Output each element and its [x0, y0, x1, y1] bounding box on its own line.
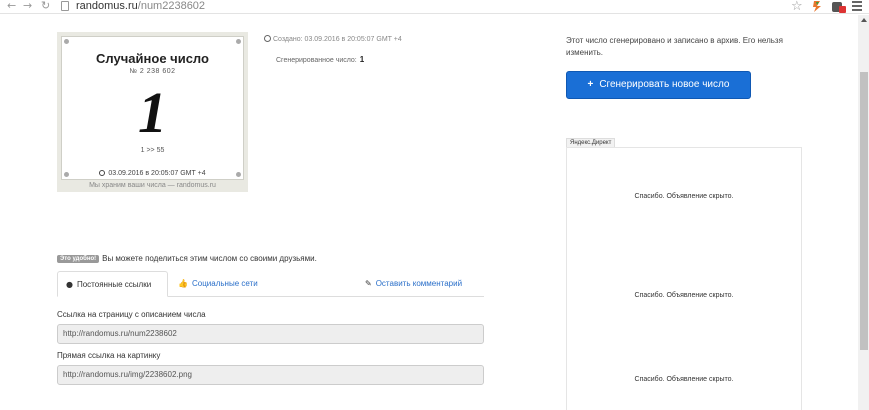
ad-hidden-text: Спасибо. Объявление скрыто.: [634, 193, 734, 200]
tab-permanent-links[interactable]: ● Постоянные ссылки: [57, 271, 168, 297]
browser-toolbar: ← → ↻ randomus.ru/num2238602 ☆: [0, 0, 869, 14]
convenience-badge: Это удобно!: [57, 255, 100, 263]
generated-info: Сгенерированное число: 1: [276, 55, 364, 64]
clock-icon: [99, 170, 106, 176]
corner-dot: [64, 39, 69, 44]
tab-leave-comment[interactable]: ✎ Оставить комментарий: [357, 271, 470, 297]
card-date-text: 03.09.2016 в 20:05:07 GMT +4: [108, 170, 206, 177]
share-text: Вы можете поделиться этим числом со свои…: [102, 254, 317, 263]
generate-new-number-button[interactable]: + Сгенерировать новое число: [566, 71, 751, 99]
card-number-id: № 2 238 602: [129, 68, 176, 75]
scroll-up-arrow-icon[interactable]: [861, 18, 867, 22]
card-random-value: 1: [138, 80, 167, 145]
corner-dot: [236, 39, 241, 44]
card-range: 1 >> 55: [140, 147, 165, 154]
created-text: Создано: 03.09.2016 в 20:05:07 GMT +4: [273, 36, 402, 43]
random-number-card: Случайное число № 2 238 602 1 1 >> 55 03…: [57, 32, 248, 192]
image-link-label: Прямая ссылка на картинку: [57, 351, 161, 360]
card-title: Случайное число: [96, 51, 209, 66]
pencil-icon: ✎: [365, 279, 372, 288]
ad-hidden-text: Спасибо. Объявление скрыто.: [634, 292, 734, 299]
thumbs-up-icon: 👍: [178, 279, 188, 288]
url-path: /num2238602: [137, 0, 206, 12]
tab-label: Постоянные ссылки: [76, 280, 152, 289]
card-inner: Случайное число № 2 238 602 1 1 >> 55 03…: [61, 36, 244, 180]
generated-value: 1: [359, 55, 365, 64]
page-icon: [61, 1, 69, 11]
ad-hidden-text: Спасибо. Объявление скрыто.: [634, 376, 734, 383]
created-info: Создано: 03.09.2016 в 20:05:07 GMT +4: [264, 35, 402, 43]
scrollbar-thumb[interactable]: [860, 72, 868, 350]
back-icon[interactable]: ←: [7, 0, 16, 12]
extension-icon[interactable]: [811, 0, 823, 13]
tab-social-networks[interactable]: 👍 Социальные сети: [170, 271, 266, 297]
archive-note: Этот число сгенерировано и записано в ар…: [566, 36, 783, 57]
card-date: 03.09.2016 в 20:05:07 GMT +4: [62, 170, 243, 177]
globe-icon: ●: [66, 280, 73, 289]
image-link-field[interactable]: http://randomus.ru/img/2238602.png: [57, 365, 484, 385]
page-link-label: Ссылка на страницу с описанием числа: [57, 310, 206, 319]
ad-box: [566, 147, 802, 410]
generate-button-label: Сгенерировать новое число: [599, 79, 730, 90]
clock-icon: [264, 35, 271, 42]
menu-icon[interactable]: [852, 1, 862, 13]
generated-label: Сгенерированное число:: [276, 57, 357, 64]
card-footer: Мы храним ваши числа — randomus.ru: [89, 182, 216, 189]
user-extension-icon[interactable]: [832, 0, 846, 13]
address-bar[interactable]: randomus.ru/num2238602: [76, 0, 205, 13]
plus-icon: +: [587, 79, 594, 90]
reload-icon[interactable]: ↻: [41, 0, 50, 12]
forward-icon[interactable]: →: [23, 0, 32, 12]
url-host: randomus.ru: [76, 0, 138, 12]
tab-label: Оставить комментарий: [375, 279, 463, 288]
share-tabs: ● Постоянные ссылки 👍 Социальные сети ✎ Ост…: [57, 271, 484, 297]
tab-label: Социальные сети: [191, 279, 258, 288]
share-info: Это удобно! Вы можете поделиться этим чис…: [57, 254, 317, 263]
bookmark-star-icon[interactable]: ☆: [791, 0, 803, 14]
page-link-field[interactable]: http://randomus.ru/num2238602: [57, 324, 484, 344]
